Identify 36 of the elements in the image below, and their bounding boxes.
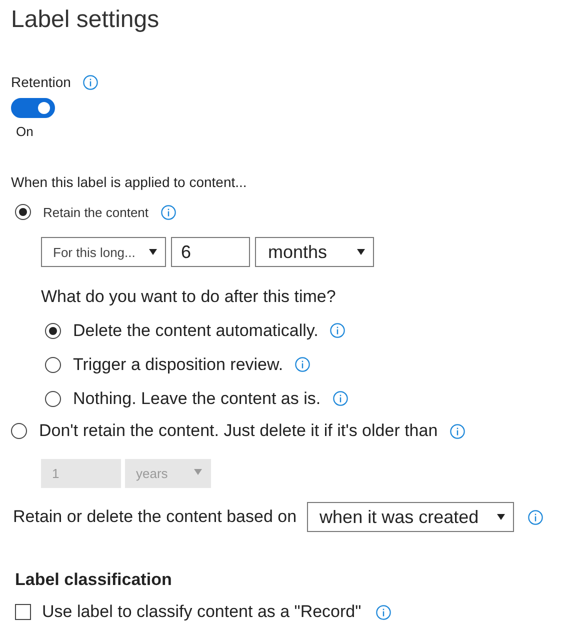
option-label: Don't retain the content. Just delete it if it's older than (39, 421, 438, 441)
radio-button[interactable] (45, 322, 61, 338)
question-text: What do you want to do after this time? (41, 287, 337, 307)
field-label: Retain or delete the content based on (13, 507, 297, 527)
page-title: Label settings (11, 6, 160, 34)
section-heading: When this label is applied to content... (11, 174, 248, 190)
info-icon[interactable] (160, 204, 176, 220)
info-icon[interactable] (330, 323, 346, 338)
info-icon[interactable] (450, 424, 465, 438)
caret-icon (357, 249, 365, 255)
toggle-state: On (16, 124, 34, 139)
option-label: Trigger a disposition review. (73, 354, 284, 374)
info-icon[interactable] (332, 391, 348, 406)
caret-icon (496, 514, 505, 520)
radio-button[interactable] (45, 356, 61, 372)
info-icon[interactable] (376, 604, 392, 620)
radio-button[interactable] (11, 423, 27, 439)
checkbox[interactable] (15, 604, 31, 620)
period-dropdown[interactable]: For this long... (41, 237, 166, 267)
info-icon[interactable] (528, 510, 543, 524)
radio-button[interactable] (45, 390, 61, 406)
section-heading: Label classification (15, 570, 173, 590)
retention-label: Retention (11, 74, 71, 90)
option-label: Delete the content automatically. (73, 320, 318, 340)
unit-dropdown[interactable]: months (255, 237, 374, 267)
option-label: Retain the content (43, 204, 149, 220)
basis-dropdown[interactable]: when it was created (306, 502, 514, 532)
toggle-switch[interactable] (11, 98, 55, 118)
info-icon[interactable] (82, 74, 98, 90)
number-field[interactable]: 6 (171, 237, 250, 267)
checkbox-label: Use label to classify content as a "Record" (42, 602, 362, 622)
caret-icon (149, 249, 157, 255)
option-label: Nothing. Leave the content as is. (73, 388, 321, 408)
info-icon[interactable] (295, 357, 310, 372)
radio-button[interactable] (15, 204, 31, 220)
caret-icon (194, 469, 202, 475)
